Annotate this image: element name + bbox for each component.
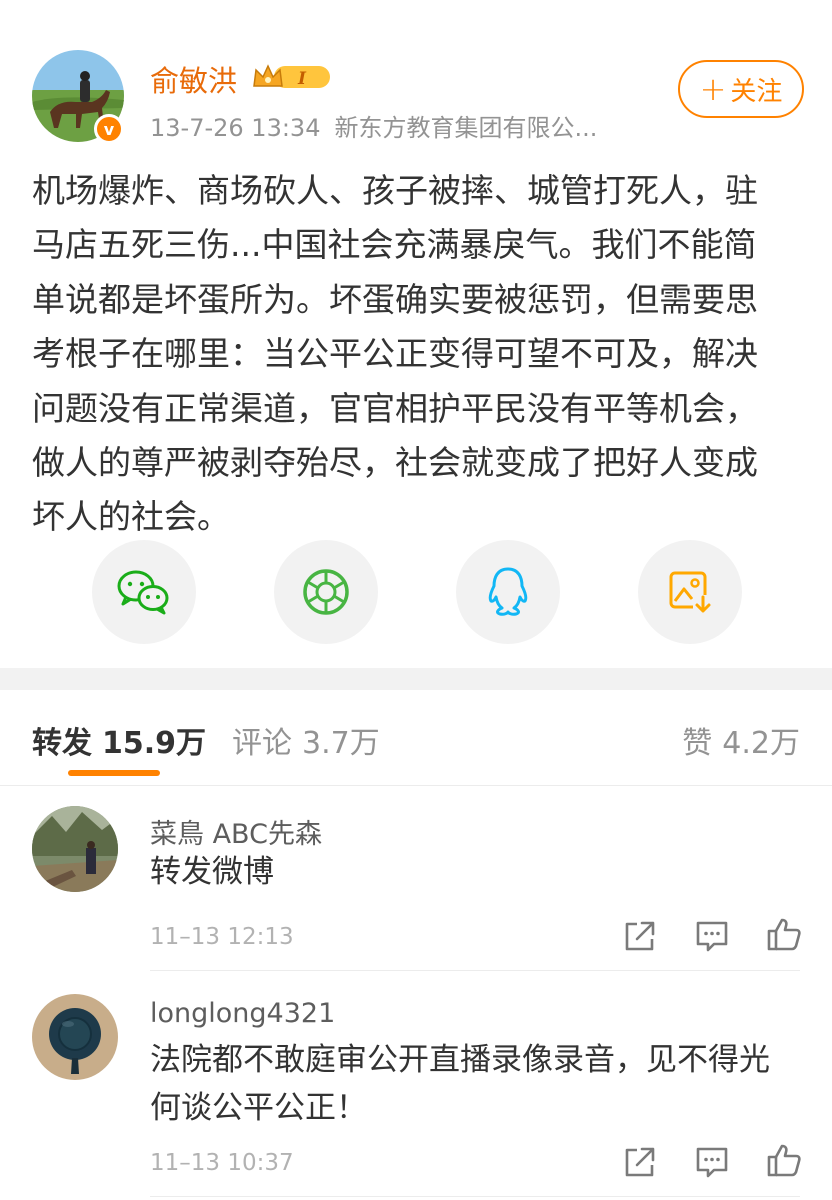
repost-icon[interactable] — [622, 1144, 658, 1180]
qq-icon — [488, 567, 528, 616]
post-text-line: 坏人的社会。 — [32, 497, 230, 537]
follow-button[interactable]: + 关注 — [678, 60, 804, 118]
share-wechat-button[interactable] — [92, 540, 196, 644]
comment-text-line: 法院都不敢庭审公开直播录像录音，见不得光 — [150, 1042, 770, 1078]
avatar[interactable] — [32, 994, 118, 1080]
tab-forward-label: 转发 — [32, 726, 92, 761]
share-qq-button[interactable] — [456, 540, 560, 644]
comment-divider — [150, 1196, 800, 1197]
comment-time: 11–13 12:13 — [150, 924, 294, 950]
vip-crown-icon[interactable]: I — [252, 62, 334, 96]
tab-forward[interactable]: 转发 15.9万 — [32, 718, 206, 762]
tab-comment[interactable]: 评论 3.7万 — [232, 718, 380, 762]
post-text-line: 做人的尊严被剥夺殆尽，社会就变成了把好人变成 — [32, 443, 758, 483]
interaction-tabs: 转发 15.9万 评论 3.7万 赞 4.2万 — [0, 690, 832, 786]
active-tab-indicator — [68, 770, 160, 776]
comment-text: 法院都不敢庭审公开直播录像录音，见不得光 何谈公平公正！ — [150, 1036, 800, 1132]
post-text-line: 问题没有正常渠道，官官相护平民没有平等机会， — [32, 388, 758, 428]
wechat-icon — [117, 570, 169, 615]
avatar[interactable] — [32, 806, 118, 892]
author-name[interactable]: 俞敏洪 — [150, 58, 237, 100]
vip-level: I — [297, 69, 307, 89]
post-text: 机场爆炸、商场砍人、孩子被摔、城管打死人，驻 马店五死三伤...中国社会充满暴戾… — [32, 164, 802, 545]
post-text-line: 马店五死三伤...中国社会充满暴戾气。我们不能简 — [32, 225, 757, 265]
tab-forward-count: 15.9万 — [102, 726, 207, 761]
post-source[interactable]: 新东方教育集团有限公... — [334, 114, 597, 142]
comment-user-name[interactable]: longlong4321 — [150, 998, 335, 1029]
post-timestamp: 13-7-26 13:34 — [150, 114, 321, 142]
share-row — [0, 540, 832, 644]
verified-badge-icon: v — [94, 114, 124, 144]
post-text-line: 机场爆炸、商场砍人、孩子被摔、城管打死人，驻 — [32, 171, 758, 210]
tab-like-count: 4.2万 — [722, 726, 800, 761]
comment-text-line: 转发微博 — [150, 854, 274, 890]
post-meta: 13-7-26 13:34 新东方教育集团有限公... — [150, 108, 597, 143]
comment-user-name[interactable]: 菜鳥 ABC先森 — [150, 812, 322, 851]
like-icon[interactable] — [766, 916, 802, 952]
follow-plus-icon: + — [699, 70, 727, 108]
post-card: v 俞敏洪 I 13-7-26 13:34 新东方教育集团有限公... + 关注 机… — [0, 0, 832, 668]
tab-comment-label: 评论 — [232, 726, 292, 761]
comment-icon[interactable] — [694, 918, 730, 954]
tab-like-label: 赞 — [682, 726, 713, 761]
moments-icon — [303, 569, 349, 615]
follow-label: 关注 — [730, 76, 783, 107]
like-icon[interactable] — [766, 1142, 802, 1178]
save-image-button[interactable] — [638, 540, 742, 644]
post-text-line: 考根子在哪里：当公平公正变得可望不可及，解决 — [32, 334, 758, 374]
comment-text: 转发微博 — [150, 848, 800, 896]
comment-divider — [150, 970, 800, 971]
save-image-icon — [669, 571, 713, 615]
tab-like[interactable]: 赞 4.2万 — [682, 718, 800, 762]
comment-time: 11–13 10:37 — [150, 1150, 294, 1176]
tab-comment-count: 3.7万 — [302, 726, 380, 761]
section-separator — [0, 668, 832, 690]
share-moments-button[interactable] — [274, 540, 378, 644]
repost-icon[interactable] — [622, 918, 658, 954]
comment-text-line: 何谈公平公正！ — [150, 1090, 367, 1126]
comment-icon[interactable] — [694, 1144, 730, 1180]
post-text-line: 单说都是坏蛋所为。坏蛋确实要被惩罚，但需要思 — [32, 279, 758, 319]
